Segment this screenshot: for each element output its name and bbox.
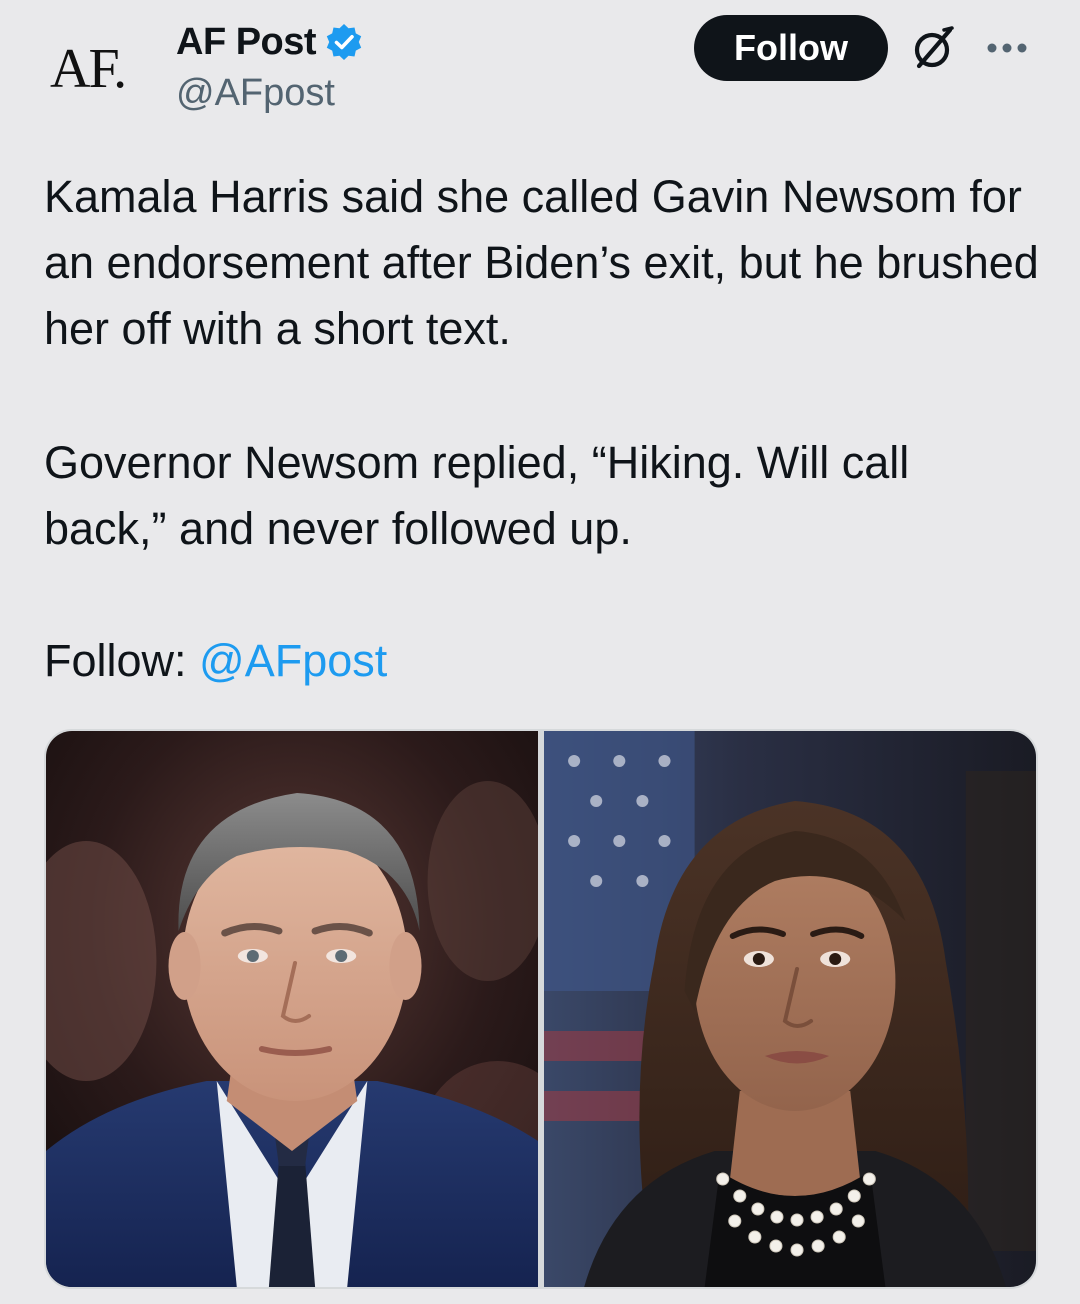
follow-prefix: Follow: bbox=[44, 635, 200, 686]
media-grid bbox=[44, 729, 1038, 1289]
verified-badge-icon bbox=[324, 22, 364, 62]
post-paragraph-1: Kamala Harris said she called Gavin News… bbox=[44, 171, 1039, 354]
photo-right[interactable] bbox=[544, 731, 1036, 1287]
author-name-row: AF Post bbox=[176, 20, 364, 64]
post-follow-line: Follow: @AFpost bbox=[44, 628, 1044, 694]
mention-link[interactable]: @AFpost bbox=[199, 635, 387, 686]
post-card: AF. AF Post @AFpost Follow Kamala Harris… bbox=[0, 0, 1080, 1304]
follow-button[interactable]: Follow bbox=[694, 15, 888, 81]
photo-left[interactable] bbox=[46, 731, 538, 1287]
grok-icon[interactable] bbox=[908, 22, 960, 74]
avatar[interactable]: AF. bbox=[50, 38, 150, 100]
more-icon[interactable] bbox=[984, 28, 1030, 68]
post-paragraph-2: Governor Newsom replied, “Hiking. Will c… bbox=[44, 437, 910, 554]
author-handle[interactable]: @AFpost bbox=[176, 72, 335, 115]
display-name[interactable]: AF Post bbox=[176, 21, 317, 64]
